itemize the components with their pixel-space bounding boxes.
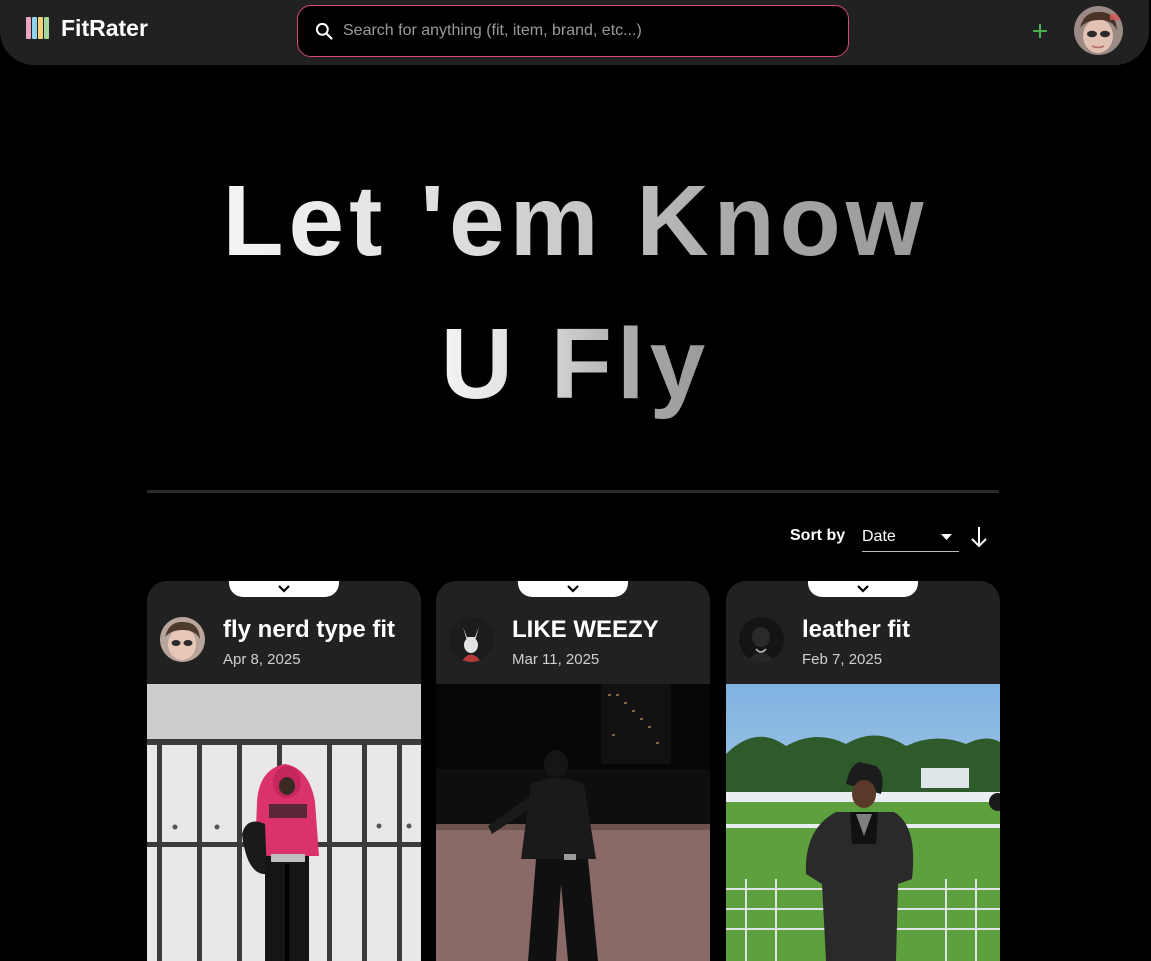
app-name: FitRater <box>61 15 148 41</box>
post-card[interactable]: fly nerd type fit Apr 8, 2025 <box>147 581 421 961</box>
sort-label: Sort by <box>790 527 846 544</box>
post-photo[interactable] <box>147 684 421 961</box>
hero-line-2: U Fly <box>441 293 710 436</box>
sort-select[interactable]: Date <box>862 522 959 552</box>
post-card[interactable]: leather fit Feb 7, 2025 <box>726 581 1000 961</box>
brand[interactable]: FitRater <box>25 15 148 42</box>
chevron-down-icon <box>857 585 869 593</box>
post-photo[interactable] <box>436 684 710 961</box>
app-logo-icon <box>25 16 49 41</box>
expand-button[interactable] <box>518 581 628 597</box>
add-post-button[interactable] <box>1026 17 1054 45</box>
post-title[interactable]: leather fit <box>802 616 910 644</box>
author-avatar[interactable] <box>449 617 494 662</box>
chevron-down-icon <box>567 585 579 593</box>
hero-heading: Let 'em Know U Fly <box>0 150 1151 436</box>
post-date: Apr 8, 2025 <box>223 651 301 668</box>
user-avatar[interactable] <box>1074 6 1123 55</box>
post-title[interactable]: LIKE WEEZY <box>512 616 659 644</box>
top-navigation-bar: FitRater <box>0 0 1149 65</box>
hero-line-1: Let 'em Know <box>222 150 928 293</box>
search-input[interactable] <box>343 22 836 40</box>
post-date: Mar 11, 2025 <box>512 651 600 668</box>
author-avatar[interactable] <box>739 617 784 662</box>
arrow-down-icon <box>971 527 987 548</box>
post-photo[interactable] <box>726 684 1000 961</box>
expand-button[interactable] <box>808 581 918 597</box>
chevron-down-icon <box>278 585 290 593</box>
divider <box>147 490 999 493</box>
sort-select-value: Date <box>862 527 896 545</box>
post-card[interactable]: LIKE WEEZY Mar 11, 2025 <box>436 581 710 961</box>
search-bar[interactable] <box>297 5 849 57</box>
author-avatar[interactable] <box>160 617 205 662</box>
expand-button[interactable] <box>229 581 339 597</box>
search-icon <box>315 22 333 40</box>
post-title[interactable]: fly nerd type fit <box>223 616 395 644</box>
post-date: Feb 7, 2025 <box>802 651 883 668</box>
caret-down-icon <box>941 533 952 540</box>
plus-icon <box>1033 24 1047 38</box>
sort-direction-button[interactable] <box>968 524 990 550</box>
